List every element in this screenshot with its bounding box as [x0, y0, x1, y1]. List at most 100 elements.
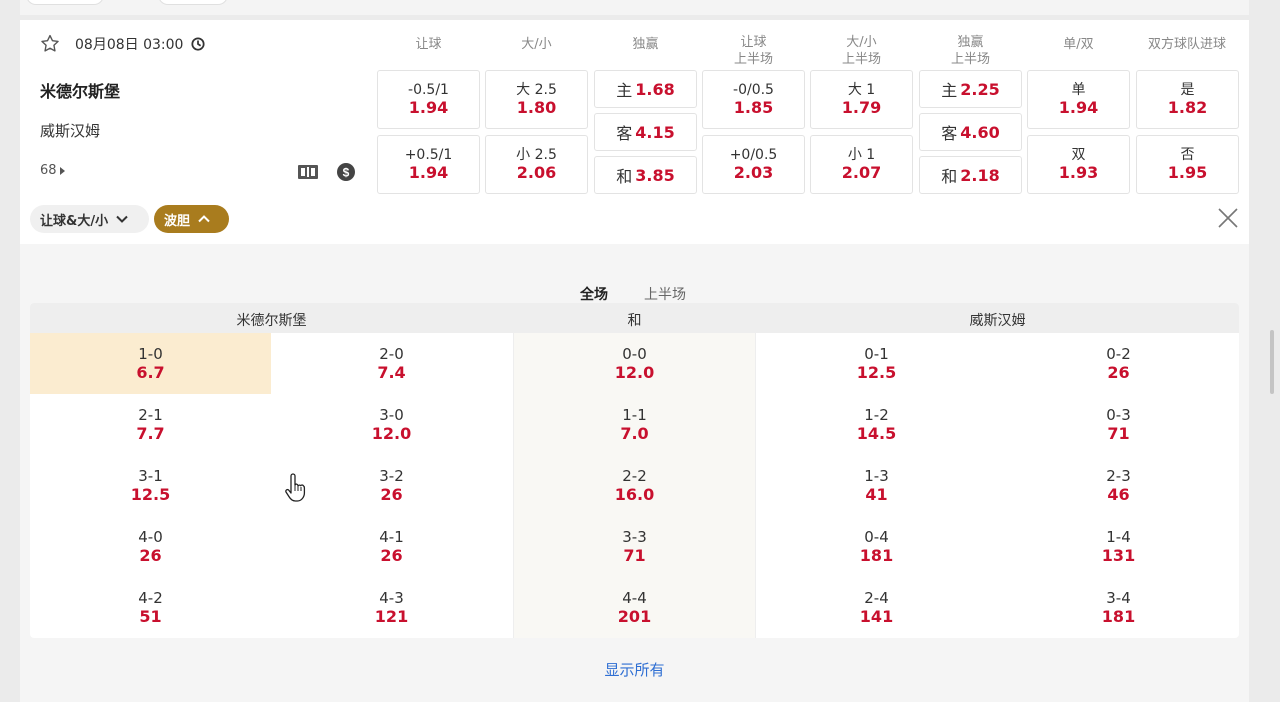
odds-cell-winner-1h-away[interactable]: 客 4.60 [919, 113, 1022, 151]
odds-value: 7.7 [136, 424, 165, 443]
score-cell[interactable]: 0-3 71 [998, 394, 1239, 455]
odds-value: 1.79 [841, 98, 882, 117]
header-text: 独赢 [957, 35, 984, 50]
score-cell[interactable]: 1-4 131 [998, 516, 1239, 577]
period-first-half[interactable]: 上半场 [644, 284, 686, 304]
line-text: 大 2.5 [516, 82, 557, 98]
odds-value: 2.03 [733, 163, 774, 182]
header-winner-1h: 独赢 上半场 [919, 34, 1022, 68]
odds-cell-winner-draw[interactable]: 和 3.85 [594, 156, 697, 194]
score-cell[interactable]: 2-0 7.4 [271, 333, 512, 394]
tab-label: 让球&大/小 [40, 213, 109, 229]
score-cell[interactable]: 2-2 16.0 [514, 455, 755, 516]
score-text: 4-2 [138, 589, 163, 607]
header-text: 大/小 [521, 37, 552, 52]
odds-value: 2.18 [960, 165, 1000, 185]
label-text: 和 [616, 167, 633, 186]
score-text: 2-3 [1106, 467, 1131, 485]
score-cell[interactable]: 3-4 181 [998, 577, 1239, 638]
score-cell[interactable]: 4-2 51 [30, 577, 271, 638]
odds-cell-under[interactable]: 小 2.5 2.06 [485, 135, 588, 194]
odds-cell-handicap-1h-home[interactable]: -0/0.5 1.85 [702, 70, 805, 129]
favorite-star-icon[interactable] [39, 33, 61, 55]
score-cell[interactable]: 2-3 46 [998, 455, 1239, 516]
score-cell[interactable]: 4-3 121 [271, 577, 512, 638]
score-cell[interactable]: 1-2 14.5 [756, 394, 997, 455]
odds-cell-winner-home[interactable]: 主 1.68 [594, 70, 697, 108]
stats-scoreboard-icon[interactable] [297, 163, 319, 181]
score-text: 0-0 [622, 345, 647, 363]
odds-value: 1.95 [1167, 163, 1208, 182]
odds-cell-over-1h[interactable]: 大 1 1.79 [810, 70, 913, 129]
odds-value: 12.0 [614, 363, 655, 382]
header-text: 单/双 [1063, 37, 1094, 52]
score-cell[interactable]: 1-0 6.7 [30, 333, 271, 394]
odds-value: 4.60 [960, 122, 1000, 142]
cashout-dollar-icon[interactable]: $ [337, 163, 355, 181]
odds-value: 26 [1107, 363, 1130, 382]
chevron-down-icon [116, 215, 128, 223]
odds-cell-handicap-away[interactable]: +0.5/1 1.94 [377, 135, 480, 194]
odds-cell-handicap-1h-away[interactable]: +0/0.5 2.03 [702, 135, 805, 194]
odds-cell-winner-1h-draw[interactable]: 和 2.18 [919, 156, 1022, 194]
line-text: 小 2.5 [516, 147, 557, 163]
odds-value: 1.94 [1058, 98, 1099, 117]
tab-label: 波胆 [164, 213, 191, 229]
score-text: 1-4 [1106, 528, 1131, 546]
previous-tab-stub [158, 0, 228, 5]
score-cell[interactable]: 3-0 12.0 [271, 394, 512, 455]
header-btts: 双方球队进球 [1132, 36, 1242, 53]
score-text: 2-2 [622, 467, 647, 485]
show-all-link[interactable]: 显示所有 [20, 659, 1249, 680]
label-text: 双 [1071, 147, 1086, 163]
more-markets-link[interactable]: 68 [40, 163, 65, 178]
odds-cell-odd[interactable]: 单 1.94 [1027, 70, 1130, 129]
close-icon[interactable] [1217, 207, 1239, 229]
score-cell[interactable]: 4-1 26 [271, 516, 512, 577]
odds-cell-btts-yes[interactable]: 是 1.82 [1136, 70, 1239, 129]
score-text: 1-3 [864, 467, 889, 485]
correct-score-header: 米德尔斯堡 和 威斯汉姆 [30, 303, 1239, 333]
odds-cell-btts-no[interactable]: 否 1.95 [1136, 135, 1239, 194]
header-text: 上半场 [733, 52, 773, 67]
score-cell[interactable]: 2-4 141 [756, 577, 997, 638]
score-cell[interactable]: 0-4 181 [756, 516, 997, 577]
odds-value: 14.5 [856, 424, 897, 443]
odds-cell-even[interactable]: 双 1.93 [1027, 135, 1130, 194]
score-cell[interactable]: 0-0 12.0 [514, 333, 755, 394]
odds-cell-under-1h[interactable]: 小 1 2.07 [810, 135, 913, 194]
odds-value: 1.68 [635, 79, 675, 99]
score-cell[interactable]: 2-1 7.7 [30, 394, 271, 455]
tab-correct-score[interactable]: 波胆 [154, 205, 229, 233]
score-cell[interactable]: 4-0 26 [30, 516, 271, 577]
score-cell[interactable]: 4-4 201 [514, 577, 755, 638]
label-text: 是 [1180, 82, 1195, 98]
odds-cell-winner-1h-home[interactable]: 主 2.25 [919, 70, 1022, 108]
odds-cell-handicap-home[interactable]: -0.5/1 1.94 [377, 70, 480, 129]
score-cell[interactable]: 1-3 41 [756, 455, 997, 516]
page-scrollbar[interactable] [1270, 330, 1274, 394]
odds-cell-over[interactable]: 大 2.5 1.80 [485, 70, 588, 129]
label-text: 和 [941, 167, 958, 186]
line-text: -0/0.5 [733, 82, 774, 98]
score-cell[interactable]: 0-1 12.5 [756, 333, 997, 394]
score-cell[interactable]: 3-1 12.5 [30, 455, 271, 516]
score-text: 3-1 [138, 467, 163, 485]
score-text: 3-2 [379, 467, 404, 485]
odds-value: 7.4 [377, 363, 406, 382]
score-text: 2-1 [138, 406, 163, 424]
score-cell[interactable]: 0-2 26 [998, 333, 1239, 394]
score-cell[interactable]: 3-2 26 [271, 455, 512, 516]
tab-handicap-overunder[interactable]: 让球&大/小 [30, 205, 149, 233]
label-text: 客 [616, 124, 633, 143]
header-text: 上半场 [841, 52, 881, 67]
header-winner: 独赢 [594, 36, 697, 53]
period-full-time[interactable]: 全场 [580, 284, 608, 304]
score-cell[interactable]: 3-3 71 [514, 516, 755, 577]
odds-value: 1.82 [1167, 98, 1208, 117]
line-text: -0.5/1 [408, 82, 449, 98]
live-clock-icon [191, 37, 205, 51]
score-text: 4-3 [379, 589, 404, 607]
score-cell[interactable]: 1-1 7.0 [514, 394, 755, 455]
odds-cell-winner-away[interactable]: 客 4.15 [594, 113, 697, 151]
